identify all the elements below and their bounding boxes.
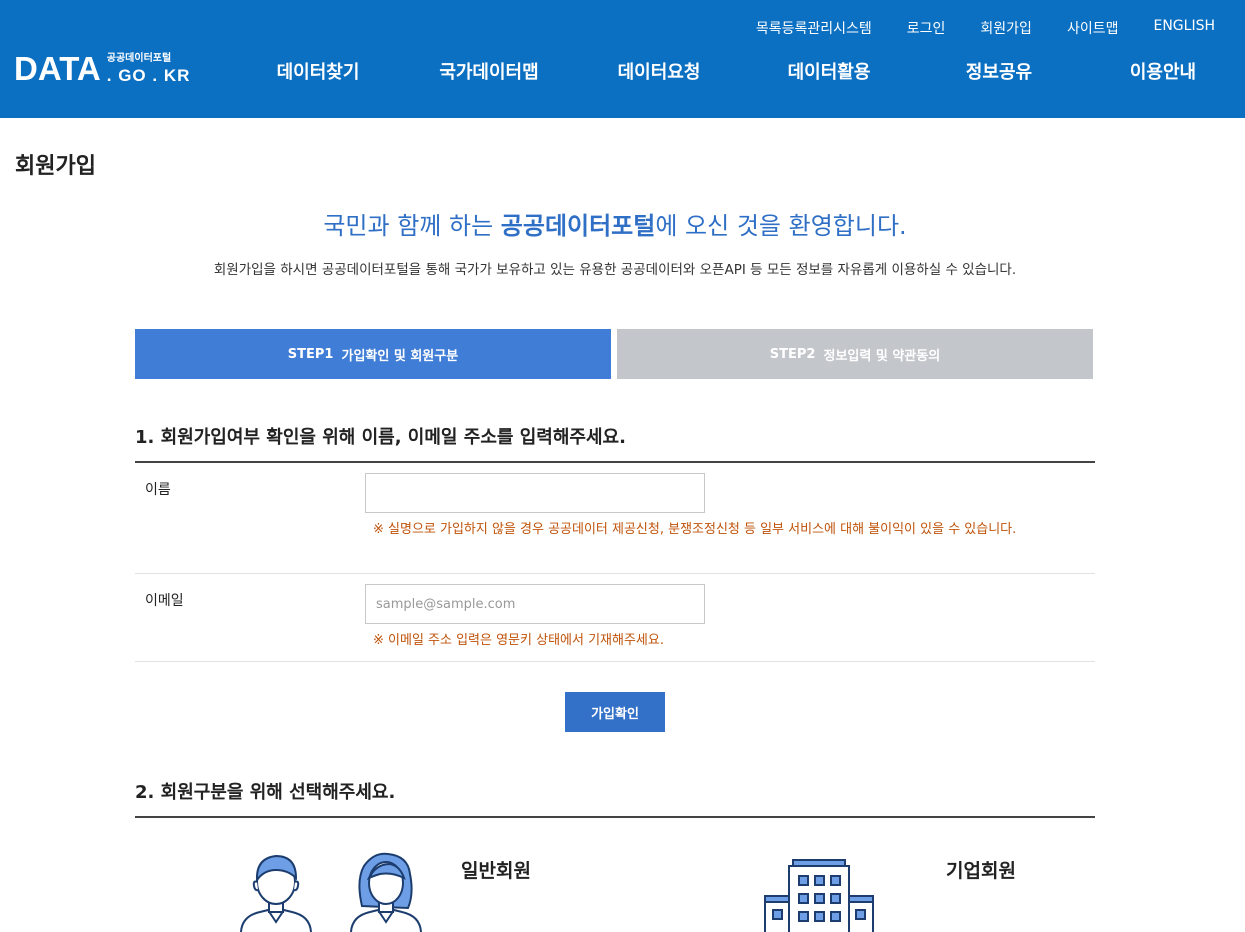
nav-item-data-usage[interactable]: 데이터활용 — [744, 58, 914, 84]
logo-main-text: DATA — [14, 50, 101, 87]
logo-sub-text: 공공데이터포털 — [106, 52, 172, 64]
nav-item-national-data-map[interactable]: 국가데이터맵 — [404, 58, 574, 84]
email-row: 이메일 ※ 이메일 주소 입력은 영문키 상태에서 기재해주세요. — [135, 574, 1095, 662]
welcome-heading: 국민과 함께 하는 공공데이터포털에 오신 것을 환영합니다. — [0, 206, 1230, 241]
person-pair-icon — [240, 852, 422, 932]
step-1-label: 가입확인 및 회원구분 — [341, 348, 459, 364]
name-row: 이름 ※ 실명으로 가입하지 않을 경우 공공데이터 제공신청, 분쟁조정신청 … — [135, 463, 1095, 574]
main-nav: 데이터찾기 국가데이터맵 데이터요청 데이터활용 정보공유 이용안내 — [232, 58, 1242, 84]
logo-side: 공공데이터포털 . GO . KR — [106, 52, 191, 85]
section-2-title: 2. 회원구분을 위해 선택해주세요. — [135, 782, 396, 803]
step-2-tab[interactable]: STEP2 정보입력 및 약관동의 — [617, 329, 1093, 379]
util-link-login[interactable]: 로그인 — [907, 18, 946, 38]
step-1-number: STEP1 — [287, 346, 334, 362]
section-1-title: 1. 회원가입여부 확인을 위해 이름, 이메일 주소를 입력해주세요. — [135, 427, 626, 448]
email-input[interactable] — [365, 584, 705, 624]
name-note: ※ 실명으로 가입하지 않을 경우 공공데이터 제공신청, 분쟁조정신청 등 일… — [373, 522, 1017, 537]
welcome-suffix: 에 오신 것을 환영합니다. — [655, 212, 907, 240]
util-link-signup[interactable]: 회원가입 — [980, 18, 1032, 38]
nav-item-info-sharing[interactable]: 정보공유 — [914, 58, 1084, 84]
utility-nav: 목록등록관리시스템 로그인 회원가입 사이트맵 ENGLISH — [721, 18, 1215, 38]
confirm-signup-button[interactable]: 가입확인 — [565, 692, 665, 732]
corporate-member-option[interactable] — [763, 858, 875, 932]
site-header: 목록등록관리시스템 로그인 회원가입 사이트맵 ENGLISH DATA 공공데… — [0, 0, 1245, 118]
util-link-catalog-system[interactable]: 목록등록관리시스템 — [756, 18, 872, 38]
welcome-description: 회원가입을 하시면 공공데이터포털을 통해 국가가 보유하고 있는 유용한 공공… — [213, 262, 1017, 278]
welcome-prefix: 국민과 함께 하는 — [323, 212, 501, 240]
logo-domain-text: . GO . KR — [106, 65, 191, 85]
site-logo[interactable]: DATA 공공데이터포털 . GO . KR — [14, 52, 190, 85]
section-2-divider — [135, 816, 1095, 818]
step-indicator: STEP1 가입확인 및 회원구분 STEP2 정보입력 및 약관동의 — [135, 329, 1093, 379]
nav-item-data-search[interactable]: 데이터찾기 — [232, 58, 404, 84]
util-link-english[interactable]: ENGLISH — [1153, 18, 1215, 38]
general-member-label[interactable]: 일반회원 — [461, 856, 531, 883]
nav-item-data-request[interactable]: 데이터요청 — [574, 58, 744, 84]
name-label: 이름 — [145, 482, 171, 498]
name-input[interactable] — [365, 473, 705, 513]
general-member-option[interactable] — [236, 850, 436, 932]
nav-item-guide[interactable]: 이용안내 — [1084, 58, 1242, 84]
step-2-label: 정보입력 및 약관동의 — [823, 348, 941, 364]
util-link-sitemap[interactable]: 사이트맵 — [1067, 18, 1119, 38]
building-icon — [764, 859, 874, 932]
step-2-number: STEP2 — [769, 346, 816, 362]
corporate-member-label[interactable]: 기업회원 — [946, 856, 1016, 883]
email-note: ※ 이메일 주소 입력은 영문키 상태에서 기재해주세요. — [373, 633, 664, 648]
page-title: 회원가입 — [15, 154, 96, 179]
email-label: 이메일 — [145, 593, 184, 609]
step-1-tab[interactable]: STEP1 가입확인 및 회원구분 — [135, 329, 611, 379]
welcome-highlight: 공공데이터포털 — [500, 212, 656, 240]
